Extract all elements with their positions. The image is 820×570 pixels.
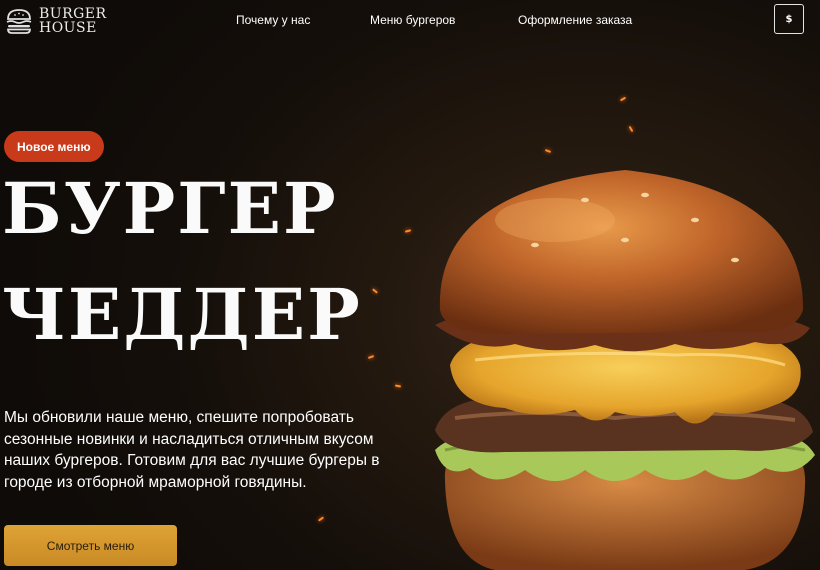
burger-logo-icon [6,9,32,34]
logo-line-1: BURGER [39,6,107,22]
logo[interactable]: BURGER HOUSE [4,3,114,39]
logo-text: BURGER HOUSE [39,7,107,35]
ember-spark [367,355,375,359]
new-menu-badge: Новое меню [4,131,104,162]
nav-link-checkout[interactable]: Оформление заказа [518,13,632,27]
hero-description: Мы обновили наше меню, спешите попробова… [4,409,380,491]
ember-spark [394,384,402,388]
ember-spark [372,288,378,294]
logo-line-2: HOUSE [39,20,97,36]
burger-illustration [425,170,820,570]
view-menu-button[interactable]: Смотреть меню [4,525,177,566]
nav-link-burger-menu[interactable]: Меню бургеров [370,13,455,27]
ember-spark [317,516,325,522]
ember-spark [628,125,634,133]
ember-spark [404,229,412,233]
burger-image [415,150,820,570]
cart-button[interactable]: $ [774,4,804,34]
hero-title-line-2: ЧЕДДЕР [2,273,362,356]
ember-spark [619,96,627,102]
site-header: BURGER HOUSE Почему у нас Меню бургеров … [0,0,820,42]
nav-link-why-us[interactable]: Почему у нас [236,13,310,27]
hero-title-line-1: БУРГЕР [2,167,338,250]
